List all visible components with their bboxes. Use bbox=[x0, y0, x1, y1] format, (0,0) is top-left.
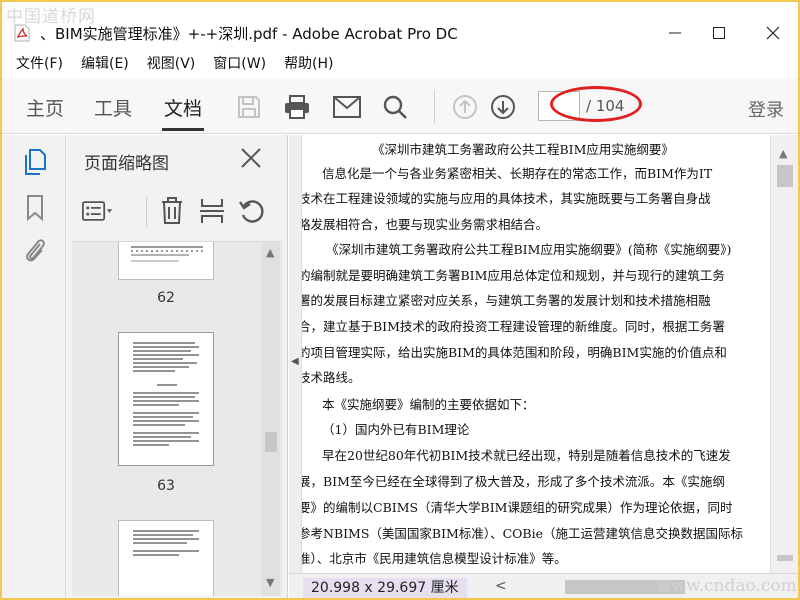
bookmarks-button[interactable] bbox=[20, 193, 50, 223]
doc-line: 本《实施纲要》编制的主要依据如下： bbox=[322, 397, 535, 412]
close-icon bbox=[766, 26, 780, 40]
doc-line: 参考NBIMS（美国国家BIM标准）、COBie（施工运营建筑信息交换数据国际标 bbox=[302, 526, 743, 541]
maximize-button[interactable] bbox=[696, 20, 742, 46]
app-window: 中国道桥网 、BIM实施管理标准》+-+深圳.pdf - Adobe Acrob… bbox=[0, 0, 800, 600]
doc-line: 《深圳市建筑工务署政府公共工程BIM应用实施纲要》 bbox=[372, 142, 674, 157]
crop-icon bbox=[200, 199, 224, 223]
delete-page-button[interactable] bbox=[156, 195, 188, 227]
doc-line: 署的发展目标建立紧密对应关系，与建筑工务署的发展计划和技术措施相融 bbox=[302, 293, 711, 308]
doc-line: 《深圳市建筑工务署政府公共工程BIM应用实施纲要》(简称《实施纲要》) bbox=[326, 242, 732, 257]
annotation-ellipse bbox=[550, 86, 642, 122]
thumbnail-page[interactable] bbox=[118, 242, 214, 280]
rotate-page-button[interactable] bbox=[236, 195, 268, 227]
minimize-button[interactable] bbox=[652, 20, 698, 46]
search-button[interactable] bbox=[380, 92, 410, 122]
watermark-bottom: www.cndao.com bbox=[657, 576, 797, 596]
tab-document[interactable]: 文档 bbox=[164, 94, 202, 121]
menu-file[interactable]: 文件(F) bbox=[16, 53, 63, 73]
envelope-icon bbox=[333, 96, 361, 118]
document-scroll-marker bbox=[777, 555, 793, 561]
thumbnails-panel: 页面缩略图 62 63 ▲ ▼ bbox=[66, 135, 288, 598]
title-bar: 中国道桥网 、BIM实施管理标准》+-+深圳.pdf - Adobe Acrob… bbox=[2, 2, 798, 48]
doc-line: 技术在工程建设领域的实施与应用的具体技术，其实施既要与工务署自身战 bbox=[302, 191, 711, 206]
doc-line: 要》的编制以CBIMS（清华大学BIM课题组的研究成果）作为理论依据，同时 bbox=[302, 500, 733, 515]
minimize-icon bbox=[669, 32, 681, 34]
options-menu-icon bbox=[82, 201, 113, 221]
rotate-icon bbox=[239, 200, 264, 223]
menu-window[interactable]: 窗口(W) bbox=[213, 53, 266, 73]
thumbnail-preview bbox=[133, 530, 199, 556]
document-scroll-thumb[interactable] bbox=[777, 165, 793, 187]
crop-page-button[interactable] bbox=[196, 195, 228, 227]
thumbnail-page-number: 62 bbox=[157, 290, 175, 306]
thumbnails-scroll-thumb[interactable] bbox=[265, 432, 277, 452]
toolbar-separator bbox=[434, 90, 435, 124]
thumbnail-page-number: 63 bbox=[157, 478, 175, 494]
thumbnail-preview bbox=[133, 342, 199, 446]
bookmark-icon bbox=[27, 195, 43, 221]
thumbnails-scrollbar[interactable]: ▲ ▼ bbox=[262, 242, 280, 596]
window-title: 、BIM实施管理标准》+-+深圳.pdf - Adobe Acrobat Pro… bbox=[40, 25, 458, 43]
active-tab-indicator bbox=[162, 128, 204, 131]
scroll-up-arrow-icon[interactable]: ▲ bbox=[779, 147, 787, 160]
doc-line: 的项目管理实际，给出实施BIM的具体范围和阶段，明确BIM实施的价值点和 bbox=[302, 345, 727, 360]
close-panel-button[interactable] bbox=[238, 145, 268, 175]
document-scrollbar[interactable]: ▲ bbox=[770, 135, 798, 573]
save-button[interactable] bbox=[234, 92, 264, 122]
doc-line: 准）、北京市《民用建筑信息模型设计标准》等。 bbox=[302, 551, 567, 566]
scroll-left-arrow-icon[interactable]: < bbox=[495, 578, 507, 594]
search-icon bbox=[383, 95, 407, 119]
doc-line: 略发展相符合，也要与现实业务需求相结合。 bbox=[302, 217, 549, 232]
attachments-button[interactable] bbox=[20, 235, 50, 265]
document-page: 《深圳市建筑工务署政府公共工程BIM应用实施纲要》 信息化是一个与各业务紧密相关… bbox=[302, 135, 772, 573]
maximize-icon bbox=[713, 27, 725, 39]
tab-home[interactable]: 主页 bbox=[26, 94, 64, 121]
doc-line: 展，BIM至今已经在全球得到了极大普及，形成了多个技术流派。本《实施纲 bbox=[302, 474, 725, 489]
page-size-readout: 20.998 x 29.697 厘米 bbox=[303, 578, 467, 598]
scroll-up-arrow-icon[interactable]: ▲ bbox=[266, 246, 274, 259]
doc-line: （1）国内外已有BIM理论 bbox=[322, 422, 470, 437]
doc-line: 的编制就是要明确建筑工务署BIM应用总体定位和规划，并与现行的建筑工务 bbox=[302, 268, 725, 283]
thumbnails-list: 62 63 ▲ ▼ bbox=[72, 241, 282, 596]
thumbnail-options-button[interactable] bbox=[82, 195, 114, 227]
collapse-panel-arrow-icon[interactable]: ◀ bbox=[291, 356, 299, 367]
scroll-down-arrow-icon[interactable]: ▼ bbox=[266, 576, 274, 589]
menu-bar: 文件(F) 编辑(E) 视图(V) 窗口(W) 帮助(H) bbox=[2, 50, 798, 76]
left-rail bbox=[2, 135, 66, 598]
doc-line: 信息化是一个与各业务紧密相关、长期存在的常态工作，而BIM作为IT bbox=[322, 166, 713, 181]
panel-splitter[interactable] bbox=[289, 135, 302, 573]
doc-line: 合，建立基于BIM技术的政府投资工程建设管理的新维度。同时，根据工务署 bbox=[302, 319, 725, 334]
print-icon bbox=[285, 95, 309, 119]
doc-line: 技术路线。 bbox=[302, 370, 361, 385]
arrow-up-circle-icon bbox=[453, 95, 477, 119]
tab-tools[interactable]: 工具 bbox=[94, 94, 132, 121]
arrow-down-circle-icon bbox=[491, 95, 515, 119]
page-thumbnails-icon bbox=[25, 149, 46, 175]
panel-toolbar-separator bbox=[146, 197, 147, 227]
next-page-button[interactable] bbox=[488, 92, 518, 122]
panel-title: 页面缩略图 bbox=[84, 154, 169, 174]
save-icon bbox=[238, 96, 260, 118]
main-toolbar: 主页 工具 文档 / 104 登录 bbox=[2, 78, 798, 134]
menu-view[interactable]: 视图(V) bbox=[147, 53, 196, 73]
email-button[interactable] bbox=[332, 92, 362, 122]
panel-toolbar bbox=[66, 185, 288, 241]
thumbnail-page[interactable] bbox=[118, 332, 214, 466]
login-button[interactable]: 登录 bbox=[748, 96, 784, 122]
menu-help[interactable]: 帮助(H) bbox=[284, 53, 333, 73]
page-thumbnails-button[interactable] bbox=[20, 147, 50, 177]
pdf-file-icon bbox=[14, 24, 30, 42]
thumbnail-page[interactable] bbox=[118, 520, 214, 596]
status-bar: 20.998 x 29.697 厘米 < www.cndao.com bbox=[289, 573, 798, 598]
close-icon bbox=[241, 148, 261, 168]
thumbnail-preview bbox=[131, 246, 203, 262]
paperclip-icon bbox=[26, 239, 45, 262]
trash-icon bbox=[162, 197, 182, 224]
doc-line: 早在20世纪80年代初BIM技术就已经出现，特别是随着信息技术的飞速发 bbox=[322, 448, 731, 463]
menu-edit[interactable]: 编辑(E) bbox=[81, 53, 129, 73]
close-window-button[interactable] bbox=[750, 20, 796, 46]
print-button[interactable] bbox=[282, 92, 312, 122]
previous-page-button[interactable] bbox=[450, 92, 480, 122]
